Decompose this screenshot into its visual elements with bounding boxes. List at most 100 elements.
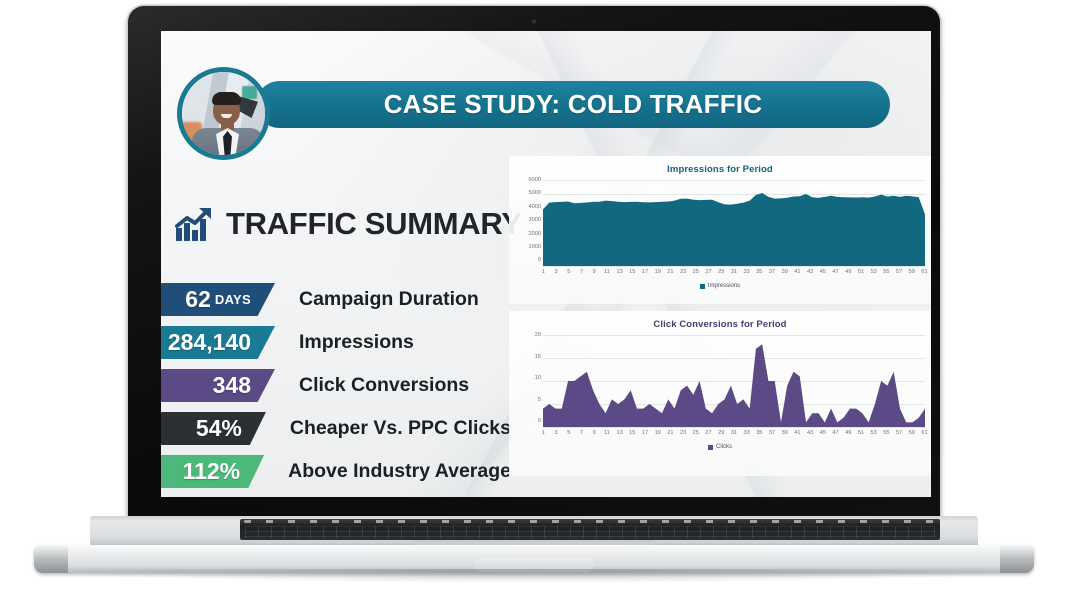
- x-axis-tick: 31: [730, 269, 738, 275]
- impressions-plot-area: [543, 180, 925, 267]
- stat-row: 112% Above Industry Average: [161, 450, 511, 493]
- x-axis-tick: 11: [603, 269, 610, 275]
- x-axis-tick: 47: [832, 430, 839, 436]
- page-title: CASE STUDY: COLD TRAFFIC: [383, 89, 763, 119]
- x-axis-tick: 15: [629, 269, 636, 275]
- clicks-chart-title: Click Conversions for Period: [653, 319, 787, 330]
- clicks-area-series: [543, 344, 925, 427]
- x-axis-tick: 27: [705, 269, 712, 275]
- avatar: [177, 67, 270, 160]
- stat-chip: 284,140: [161, 326, 275, 359]
- x-axis-tick: 43: [807, 430, 814, 436]
- stat-value: 54%: [195, 415, 242, 441]
- x-axis-tick: 37: [768, 430, 776, 436]
- presentation-slide: CASE STUDY: COLD TRAFFIC TRAFFIC SUMMARY…: [161, 31, 931, 497]
- traffic-summary-heading: TRAFFIC SUMMARY: [175, 206, 522, 242]
- x-axis-tick: 37: [768, 269, 776, 275]
- impressions-plot-wrap: 6000 5000 4000 3000 2000 1000 0: [515, 177, 925, 267]
- growth-chart-icon: [175, 208, 211, 241]
- stat-row: 284,140 Impressions: [161, 321, 511, 364]
- impressions-legend: Impressions: [509, 283, 931, 289]
- stat-row: 54% Cheaper Vs. PPC Clicks: [161, 407, 511, 450]
- legend-swatch-icon: [708, 444, 713, 450]
- area-path: [543, 344, 925, 427]
- stat-label: Impressions: [299, 331, 414, 353]
- stat-row: 348 Click Conversions: [161, 364, 511, 407]
- stat-value: 112%: [182, 458, 241, 484]
- x-axis-tick: 9: [592, 430, 596, 436]
- y-axis-tick: 10: [534, 375, 541, 382]
- y-axis-tick: 20: [534, 332, 541, 338]
- impressions-y-axis: 6000 5000 4000 3000 2000 1000 0: [515, 177, 541, 266]
- x-axis-tick: 1: [541, 269, 545, 275]
- y-axis-tick: 6000: [528, 177, 541, 183]
- x-axis-tick: 43: [807, 269, 814, 275]
- x-axis-tick: 9: [592, 269, 596, 275]
- y-axis-tick: 5000: [528, 190, 541, 197]
- x-axis-tick: 5: [567, 430, 571, 436]
- x-axis-tick: 51: [857, 430, 865, 436]
- stat-chip: 54%: [161, 412, 266, 445]
- stat-label: Campaign Duration: [299, 288, 479, 310]
- stat-value: 62: [185, 286, 211, 312]
- x-axis-tick: 41: [794, 430, 801, 436]
- x-axis-tick: 15: [629, 430, 636, 436]
- x-axis-tick: 45: [819, 430, 826, 436]
- stat-label: Click Conversions: [299, 374, 470, 396]
- x-axis-tick: 3: [554, 430, 558, 436]
- clicks-chart-card: Click Conversions for Period 20 15 10 5 0 13…: [509, 311, 931, 476]
- clicks-plot-area: [543, 335, 925, 428]
- x-axis-tick: 29: [718, 269, 725, 275]
- x-axis-tick: 17: [641, 430, 649, 436]
- impressions-chart-title: Impressions for Period: [667, 164, 773, 175]
- laptop-base: [34, 516, 1034, 583]
- x-axis-tick: 21: [667, 269, 674, 275]
- x-axis-tick: 55: [883, 430, 890, 436]
- x-axis-tick: 13: [616, 269, 623, 275]
- x-axis-tick: 33: [743, 430, 750, 436]
- x-axis-tick: 13: [616, 430, 623, 436]
- stat-chip: 62 DAYS: [161, 283, 275, 316]
- x-axis-tick: 35: [756, 269, 763, 275]
- x-axis-tick: 59: [908, 430, 915, 436]
- x-axis-tick: 33: [743, 269, 750, 275]
- x-axis-tick: 11: [603, 430, 610, 436]
- webcam-icon: [531, 19, 537, 24]
- x-axis-tick: 61: [921, 430, 928, 436]
- x-axis-tick: 55: [883, 269, 890, 275]
- stat-unit: DAYS: [214, 292, 251, 307]
- x-axis-tick: 35: [756, 430, 763, 436]
- clicks-plot-wrap: 20 15 10 5 0: [515, 332, 925, 428]
- stat-value: 348: [212, 372, 251, 398]
- y-axis-tick: 2000: [528, 230, 541, 237]
- stat-value: 284,140: [167, 329, 251, 355]
- y-axis-tick: 1000: [528, 243, 541, 250]
- clicks-x-axis: 1 3 5 7 9 11 13 15 17 19 21 23 25 27 29 31 33 35 37 39 41 43 4…: [537, 427, 931, 439]
- x-axis-tick: 57: [895, 269, 903, 275]
- impressions-chart-card: Impressions for Period 6000 5000 4000 3000 2…: [509, 156, 931, 304]
- traffic-summary-label: TRAFFIC SUMMARY: [226, 206, 522, 241]
- area-path: [543, 193, 925, 266]
- x-axis-tick: 25: [692, 430, 699, 436]
- x-axis-tick: 59: [908, 269, 915, 275]
- stat-chip: 112%: [161, 455, 265, 488]
- x-axis-tick: 19: [654, 269, 661, 275]
- x-axis-tick: 23: [679, 269, 687, 275]
- x-axis-tick: 39: [781, 269, 788, 275]
- x-axis-tick: 5: [567, 269, 571, 275]
- y-axis-tick: 0: [537, 418, 541, 425]
- x-axis-tick: 27: [705, 430, 712, 436]
- stat-chip: 348: [161, 369, 275, 402]
- x-axis-tick: 39: [781, 430, 788, 436]
- impressions-x-axis: 1 3 5 7 9 11 13 15 17 19 21 23 25 27 29 31 33 35 37 39 41 43 4…: [537, 266, 931, 278]
- x-axis-tick: 3: [554, 269, 558, 275]
- x-axis-tick: 45: [819, 269, 826, 275]
- x-axis-tick: 41: [794, 269, 801, 275]
- x-axis-tick: 47: [832, 269, 839, 275]
- y-axis-tick: 4000: [528, 203, 541, 210]
- x-axis-tick: 19: [654, 430, 661, 436]
- x-axis-tick: 53: [870, 269, 877, 275]
- stats-list: 62 DAYS Campaign Duration 284,140 Impression…: [161, 278, 511, 493]
- laptop-mockup: CASE STUDY: COLD TRAFFIC TRAFFIC SUMMARY…: [0, 0, 1067, 601]
- y-axis-tick: 5: [537, 396, 541, 403]
